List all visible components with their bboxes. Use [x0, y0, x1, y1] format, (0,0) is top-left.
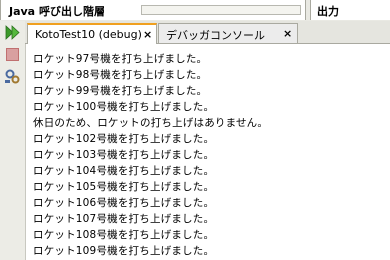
- console-line: ロケット104号機を打ち上げました。: [33, 165, 215, 177]
- tab-label: KotoTest10 (debug): [35, 28, 142, 41]
- console-line: ロケット107号機を打ち上げました。: [33, 213, 215, 225]
- rerun-icon: [5, 25, 20, 40]
- console-line: ロケット98号機を打ち上げました。: [33, 69, 208, 81]
- call-hierarchy-scroll-area: [141, 5, 301, 15]
- console-line: ロケット109号機を打ち上げました。: [33, 245, 215, 257]
- console-line: ロケット102号機を打ち上げました。: [33, 133, 215, 145]
- call-hierarchy-panel-header[interactable]: Java 呼び出し階層: [0, 0, 306, 20]
- output-tabstrip: KotoTest10 (debug) × デバッガコンソール ×: [25, 21, 390, 44]
- console-line: ロケット108号機を打ち上げました。: [33, 229, 215, 241]
- tab-label: デバッガコンソール: [166, 29, 265, 42]
- rerun-button[interactable]: [4, 24, 21, 41]
- output-panel-header[interactable]: 出力: [310, 0, 390, 20]
- output-toolbar: [0, 21, 26, 260]
- console-line: ロケット100号機を打ち上げました。: [33, 101, 215, 113]
- console-line: 休日のため、ロケットの打ち上げはありません。: [33, 117, 269, 129]
- close-icon[interactable]: ×: [143, 28, 152, 41]
- tab-kototest10-debug[interactable]: KotoTest10 (debug) ×: [27, 23, 157, 44]
- console-output[interactable]: ロケット97号機を打ち上げました。 ロケット98号機を打ち上げました。 ロケット…: [26, 44, 390, 260]
- tab-debugger-console[interactable]: デバッガコンソール ×: [158, 23, 298, 43]
- console-line: ロケット99号機を打ち上げました。: [33, 85, 208, 97]
- console-line: ロケット103号機を打ち上げました。: [33, 149, 215, 161]
- settings-icon: [5, 69, 20, 84]
- console-line: ロケット97号機を打ち上げました。: [33, 53, 208, 65]
- call-hierarchy-title: Java 呼び出し階層: [9, 5, 105, 18]
- stop-button[interactable]: [4, 46, 21, 63]
- close-icon[interactable]: ×: [283, 27, 292, 40]
- top-panel-bar: Java 呼び出し階層 出力: [0, 0, 390, 22]
- console-line: ロケット106号機を打ち上げました。: [33, 197, 215, 209]
- settings-button[interactable]: [4, 68, 21, 85]
- console-line: ロケット105号機を打ち上げました。: [33, 181, 215, 193]
- stop-icon: [6, 48, 19, 61]
- output-title: 出力: [317, 5, 339, 18]
